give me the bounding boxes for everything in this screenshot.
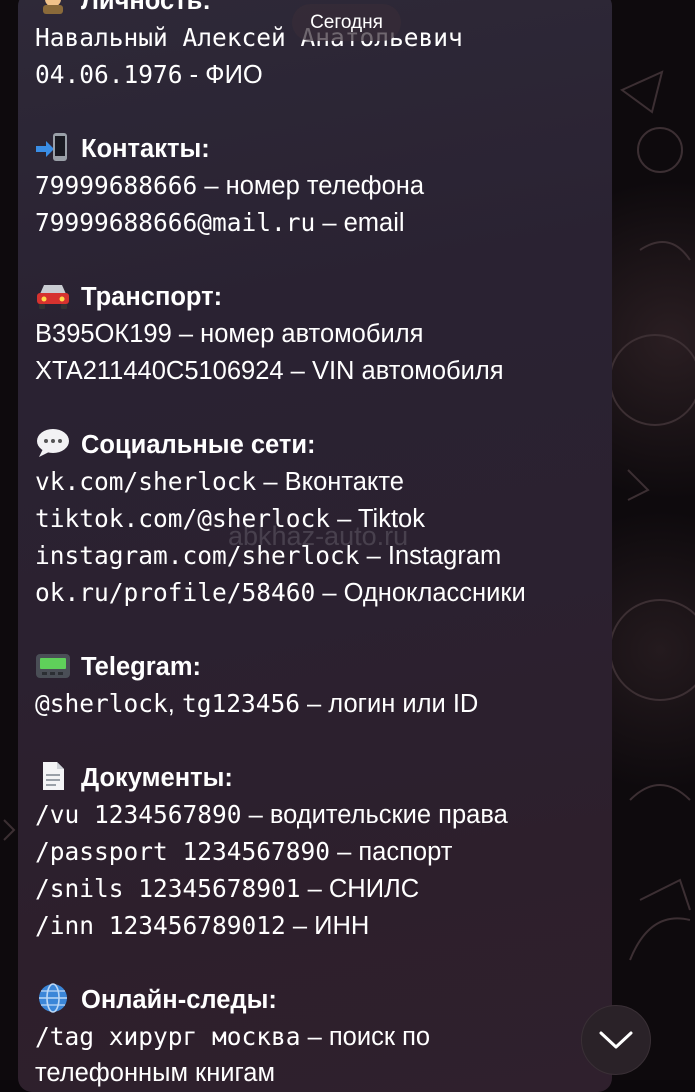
document-desc: – паспорт: [330, 838, 453, 866]
telegram-id: tg123456: [181, 689, 300, 718]
contact-phone[interactable]: 79999688666: [35, 171, 197, 200]
transport-plate: В395ОК199: [35, 320, 172, 348]
document-command[interactable]: /vu 1234567890: [35, 800, 242, 829]
section-title: Онлайн-следы:: [81, 986, 277, 1014]
date-separator: Сегодня: [292, 4, 401, 41]
online-line: /tag хирург москва – поиск по: [35, 1018, 605, 1055]
car-icon: [37, 285, 69, 309]
telegram-desc: – логин или ID: [299, 690, 479, 718]
section-title: Документы:: [81, 764, 233, 792]
contact-phone-line: 79999688666 – номер телефона: [35, 167, 605, 204]
document-item: /passport 1234567890 – паспорт: [35, 833, 605, 870]
social-link[interactable]: ok.ru/profile/58460: [35, 578, 315, 607]
online-desc: – поиск по: [300, 1023, 431, 1051]
document-item: /vu 1234567890 – водительские права: [35, 796, 605, 833]
section-header-contacts: Контакты:: [35, 130, 605, 167]
document-desc: – водительские права: [241, 801, 508, 829]
pager-icon: [36, 654, 70, 678]
section-header-online: Онлайн-следы:: [35, 981, 605, 1018]
social-item: vk.com/sherlock – Вконтакте: [35, 463, 605, 500]
telegram-separator: ,: [167, 690, 182, 718]
social-item: ok.ru/profile/58460 – Одноклассники: [35, 574, 605, 611]
document-item: /snils 12345678901 – СНИЛС: [35, 870, 605, 907]
mobile-arrow-icon: [36, 133, 67, 161]
document-command[interactable]: /snils 12345678901: [35, 874, 301, 903]
telegram-line: @sherlock, tg123456 – логин или ID: [35, 685, 605, 722]
section-header-transport: Транспорт:: [35, 278, 605, 315]
transport-vin: XTA211440C5106924: [35, 357, 284, 385]
person-dob-desc: - ФИО: [182, 61, 263, 89]
section-header-documents: Документы:: [35, 759, 605, 796]
transport-vin-line: XTA211440C5106924 – VIN автомобиля: [35, 352, 605, 389]
social-desc: – Вконтакте: [256, 468, 404, 496]
contact-email-line: 79999688666@mail.ru – email: [35, 204, 605, 241]
globe-icon: [39, 983, 67, 1013]
detective-icon: [43, 0, 63, 14]
online-desc-continued: телефонным книгам: [35, 1059, 275, 1087]
social-link[interactable]: vk.com/sherlock: [35, 467, 256, 496]
section-title: Социальные сети:: [81, 431, 316, 459]
transport-plate-line: В395ОК199 – номер автомобиля: [35, 315, 605, 352]
scroll-to-bottom-button[interactable]: [581, 1005, 651, 1075]
section-header-social: Социальные сети:: [35, 426, 605, 463]
contact-email-desc: – email: [315, 209, 405, 237]
document-command[interactable]: /passport 1234567890: [35, 837, 330, 866]
online-command[interactable]: /tag хирург москва: [35, 1022, 301, 1051]
social-desc: – Одноклассники: [315, 579, 526, 607]
section-title: Telegram:: [81, 653, 201, 681]
document-command[interactable]: /inn 123456789012: [35, 911, 286, 940]
section-title: Контакты:: [81, 135, 210, 163]
contact-email[interactable]: 79999688666@mail.ru: [35, 208, 315, 237]
section-header-telegram: Telegram:: [35, 648, 605, 685]
section-title: Личность:: [81, 0, 211, 15]
document-icon: [43, 762, 64, 790]
document-desc: – ИНН: [285, 912, 370, 940]
person-dob: 04.06.1976: [35, 60, 183, 89]
transport-plate-desc: – номер автомобиля: [171, 320, 424, 348]
speech-bubble-icon: [37, 429, 69, 457]
document-item: /inn 123456789012 – ИНН: [35, 907, 605, 944]
document-desc: – СНИЛС: [300, 875, 420, 903]
transport-vin-desc: – VIN автомобиля: [283, 357, 504, 385]
contact-phone-desc: – номер телефона: [197, 172, 425, 200]
telegram-username[interactable]: @sherlock: [35, 689, 168, 718]
section-title: Транспорт:: [81, 283, 223, 311]
person-dob-line: 04.06.1976 - ФИО: [35, 56, 605, 93]
chevron-down-icon: [599, 1031, 633, 1049]
watermark: abkhaz-auto.ru: [228, 521, 409, 551]
